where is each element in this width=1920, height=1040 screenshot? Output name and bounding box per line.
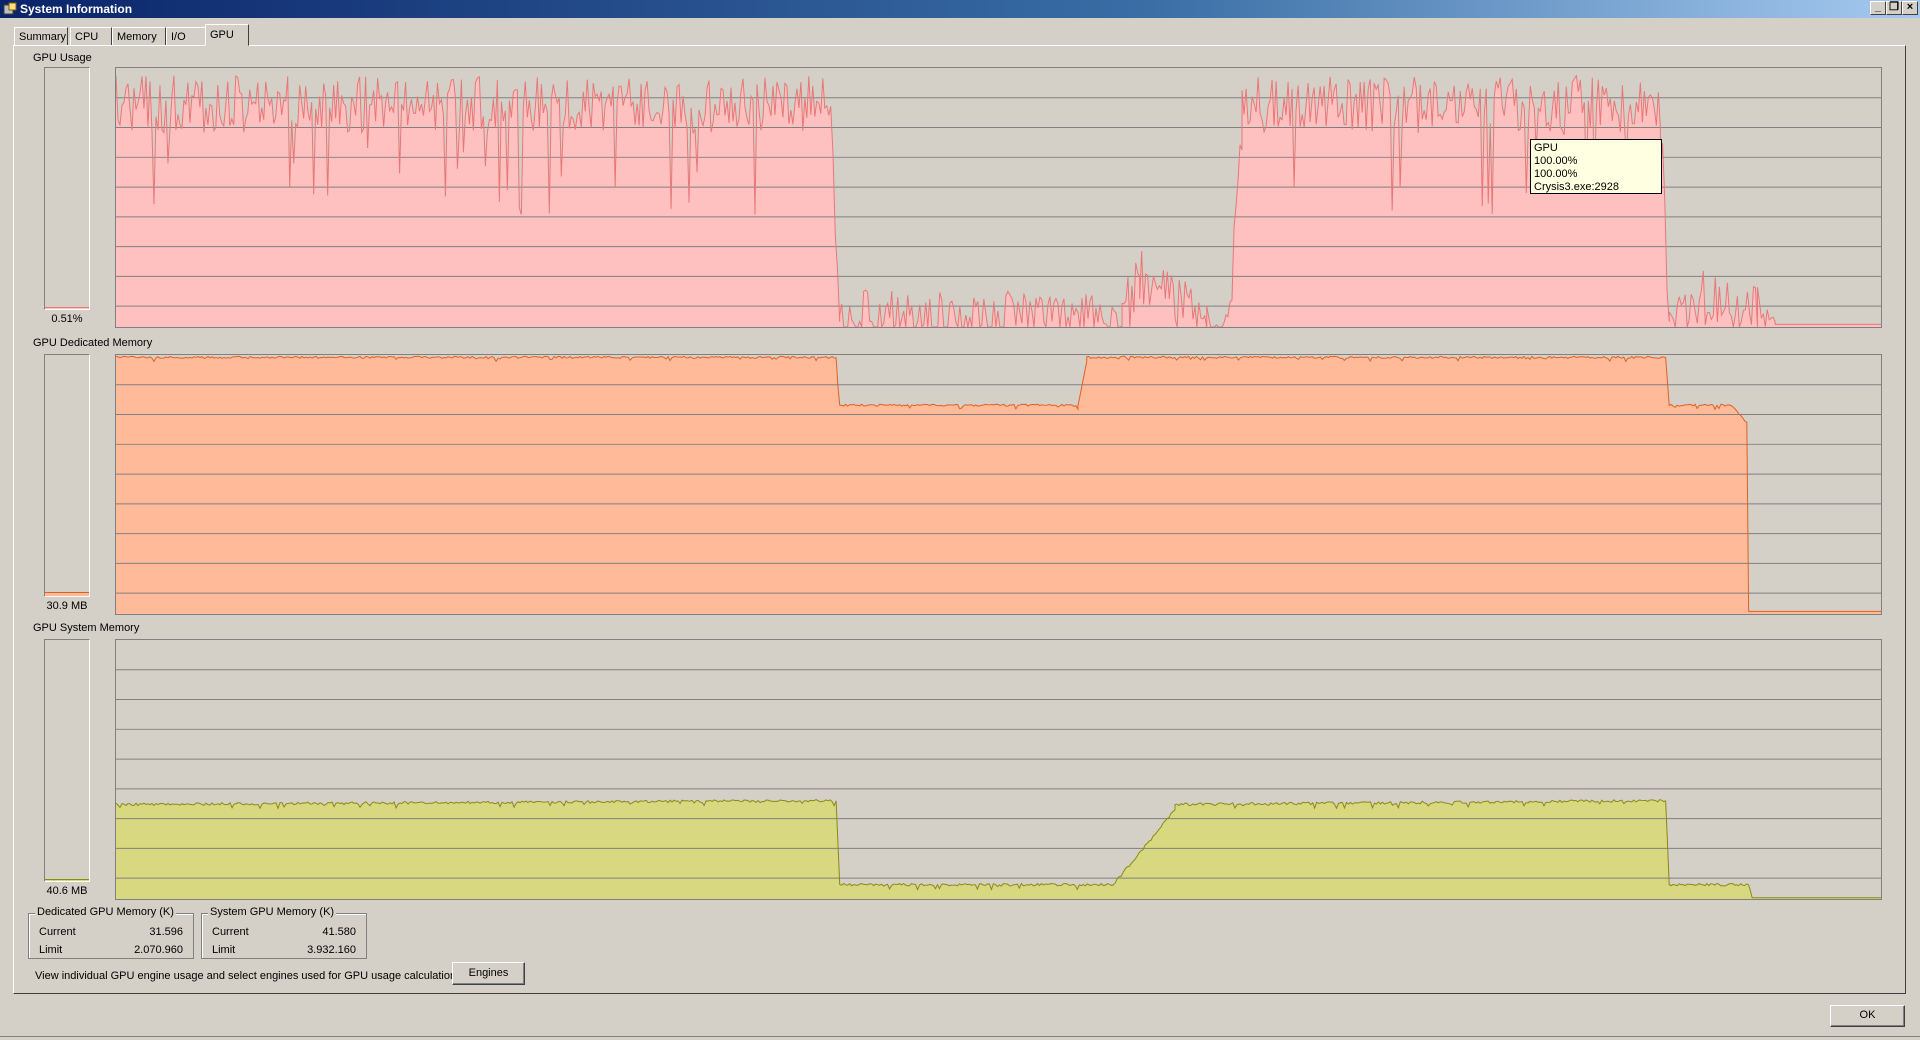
gpu-dedicated-plot <box>116 355 1881 614</box>
gpu-system-value: 40.6 MB <box>46 885 88 897</box>
restore-icon[interactable]: ❐ <box>1886 1 1902 15</box>
gpu-usage-graph[interactable] <box>115 67 1882 328</box>
tab-memory[interactable]: Memory <box>112 27 166 46</box>
group-title: System GPU Memory (K) <box>208 906 337 918</box>
gpu-dedicated-value: 30.9 MB <box>46 600 88 612</box>
minimize-icon[interactable]: _ <box>1870 1 1886 15</box>
gpu-usage-plot <box>116 74 1881 327</box>
tab-label: CPU <box>75 31 99 43</box>
tab-label: I/O <box>171 31 186 43</box>
tab-label: Summary <box>19 31 67 43</box>
graph-tooltip: GPU 100.00% 100.00% Crysis3.exe:2928 <box>1530 139 1662 194</box>
dedicated-gpu-memory-group: Dedicated GPU Memory (K) Current 31.596 … <box>28 906 194 959</box>
system-info-icon <box>3 2 17 15</box>
ok-button[interactable]: OK <box>1830 1005 1905 1027</box>
gpu-dedicated-memory-graph[interactable] <box>115 354 1882 615</box>
gpu-system-plot <box>116 669 1881 899</box>
current-label: Current <box>39 926 76 938</box>
bottom-divider <box>0 1036 1920 1037</box>
current-label: Current <box>212 926 249 938</box>
gpu-dedicated-meter <box>44 354 90 597</box>
group-title: Dedicated GPU Memory (K) <box>35 906 176 918</box>
close-icon[interactable]: × <box>1902 1 1918 15</box>
system-gpu-memory-group: System GPU Memory (K) Current 41.580 Lim… <box>201 906 367 959</box>
limit-value: 2.070.960 <box>134 944 183 956</box>
gpu-system-meter <box>44 639 90 882</box>
tab-cpu[interactable]: CPU <box>70 27 112 46</box>
engines-description: View individual GPU engine usage and sel… <box>35 970 465 982</box>
gpu-usage-label: GPU Usage <box>33 52 92 64</box>
tooltip-value: 100.00% <box>1534 155 1578 167</box>
gpu-system-memory-label: GPU System Memory <box>33 622 140 634</box>
tab-io[interactable]: I/O <box>166 27 208 46</box>
tab-gpu[interactable]: GPU <box>205 24 249 46</box>
tooltip-process: Crysis3.exe:2928 <box>1534 181 1619 193</box>
tab-summary[interactable]: Summary <box>14 27 68 46</box>
tab-label: Memory <box>117 31 157 43</box>
gpu-system-area <box>116 799 1881 899</box>
gpu-dedicated-meter-fill <box>45 592 89 596</box>
gpu-usage-meter <box>44 67 90 310</box>
engines-button[interactable]: Engines <box>452 962 525 985</box>
limit-label: Limit <box>39 944 63 956</box>
tooltip-title: GPU <box>1534 142 1558 154</box>
limit-label: Limit <box>212 944 236 956</box>
gpu-system-memory-graph[interactable] <box>115 639 1882 900</box>
gpu-system-meter-fill <box>45 878 89 881</box>
current-value: 31.596 <box>149 926 183 938</box>
tab-label: GPU <box>210 29 234 41</box>
gpu-dedicated-area <box>116 356 1881 614</box>
gpu-usage-value: 0.51% <box>51 313 83 325</box>
window-title: System Information <box>20 2 133 16</box>
tooltip-value: 100.00% <box>1534 168 1578 180</box>
limit-value: 3.932.160 <box>307 944 356 956</box>
title-bar: System Information _ ❐ × <box>0 0 1920 18</box>
gpu-dedicated-memory-label: GPU Dedicated Memory <box>33 337 153 349</box>
gpu-usage-area <box>116 75 1881 327</box>
gpu-usage-meter-fill <box>45 307 89 309</box>
current-value: 41.580 <box>322 926 356 938</box>
